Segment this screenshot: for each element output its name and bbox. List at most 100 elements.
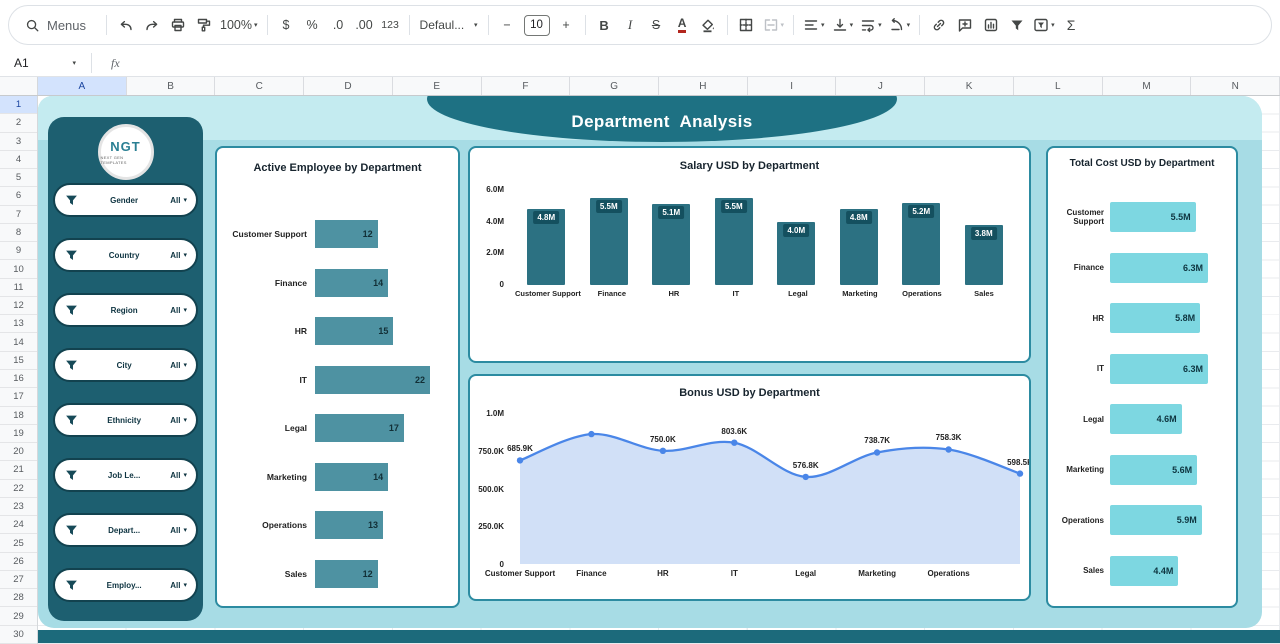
italic-button[interactable]: I <box>618 12 643 39</box>
increase-font-size-button[interactable]: + <box>554 12 579 39</box>
row-header-14[interactable]: 14 <box>0 333 37 351</box>
bar[interactable]: 5.1M <box>652 204 690 285</box>
data-point[interactable] <box>874 449 880 455</box>
row-header-7[interactable]: 7 <box>0 206 37 224</box>
bar[interactable]: 6.3M <box>1110 354 1208 384</box>
row-header-18[interactable]: 18 <box>0 407 37 425</box>
data-point[interactable] <box>1017 470 1023 476</box>
filter-slicer-country[interactable]: CountryAll▾ <box>53 238 198 272</box>
select-all-corner[interactable] <box>0 77 38 95</box>
name-box[interactable]: A1 ▾ <box>0 50 86 76</box>
horizontal-align-button[interactable]: ▾ <box>800 12 828 39</box>
bar[interactable]: 5.9M <box>1110 505 1202 535</box>
column-header-N[interactable]: N <box>1191 77 1280 95</box>
bar[interactable]: 5.5M <box>715 198 753 285</box>
functions-button[interactable]: Σ <box>1059 12 1084 39</box>
zoom-select[interactable]: 100% ▾ <box>217 12 261 39</box>
text-color-button[interactable]: A <box>670 12 695 39</box>
percent-button[interactable]: % <box>300 12 325 39</box>
row-header-8[interactable]: 8 <box>0 224 37 242</box>
insert-link-button[interactable] <box>926 12 951 39</box>
bar[interactable]: 13 <box>315 511 383 539</box>
redo-button[interactable] <box>139 12 164 39</box>
decrease-decimal-button[interactable]: .0 <box>326 12 351 39</box>
bar[interactable]: 17 <box>315 414 404 442</box>
column-header-E[interactable]: E <box>393 77 482 95</box>
print-button[interactable] <box>165 12 190 39</box>
row-header-5[interactable]: 5 <box>0 169 37 187</box>
filter-slicer-joble[interactable]: Job Le...All▾ <box>53 458 198 492</box>
row-header-11[interactable]: 11 <box>0 279 37 297</box>
insert-comment-button[interactable] <box>952 12 977 39</box>
undo-button[interactable] <box>113 12 138 39</box>
filter-slicer-region[interactable]: RegionAll▾ <box>53 293 198 327</box>
row-header-2[interactable]: 2 <box>0 114 37 132</box>
column-header-B[interactable]: B <box>127 77 216 95</box>
column-header-K[interactable]: K <box>925 77 1014 95</box>
column-header-H[interactable]: H <box>659 77 748 95</box>
data-point[interactable] <box>588 431 594 437</box>
column-header-F[interactable]: F <box>482 77 571 95</box>
row-header-28[interactable]: 28 <box>0 589 37 607</box>
data-point[interactable] <box>945 446 951 452</box>
row-header-17[interactable]: 17 <box>0 388 37 406</box>
row-header-25[interactable]: 25 <box>0 534 37 552</box>
borders-button[interactable] <box>734 12 759 39</box>
bar[interactable]: 12 <box>315 560 378 588</box>
filter-slicer-ethnicity[interactable]: EthnicityAll▾ <box>53 403 198 437</box>
row-header-6[interactable]: 6 <box>0 187 37 205</box>
filter-slicer-depart[interactable]: Depart...All▾ <box>53 513 198 547</box>
bar[interactable]: 14 <box>315 269 388 297</box>
row-header-3[interactable]: 3 <box>0 133 37 151</box>
fill-color-button[interactable] <box>696 12 721 39</box>
font-size-input[interactable]: 10 <box>524 15 550 36</box>
filter-views-button[interactable]: ▾ <box>1030 12 1058 39</box>
data-point[interactable] <box>803 474 809 480</box>
filter-slicer-gender[interactable]: GenderAll▾ <box>53 183 198 217</box>
data-point[interactable] <box>517 457 523 463</box>
number-format-button[interactable]: 123 <box>378 12 403 39</box>
row-header-10[interactable]: 10 <box>0 260 37 278</box>
row-header-26[interactable]: 26 <box>0 553 37 571</box>
row-header-9[interactable]: 9 <box>0 242 37 260</box>
bar[interactable]: 12 <box>315 220 378 248</box>
row-header-13[interactable]: 13 <box>0 315 37 333</box>
row-header-12[interactable]: 12 <box>0 297 37 315</box>
column-header-I[interactable]: I <box>748 77 837 95</box>
filter-slicer-employ[interactable]: Employ...All▾ <box>53 568 198 602</box>
row-header-23[interactable]: 23 <box>0 498 37 516</box>
row-header-16[interactable]: 16 <box>0 370 37 388</box>
column-header-G[interactable]: G <box>570 77 659 95</box>
row-header-1[interactable]: 1 <box>0 96 37 114</box>
row-header-19[interactable]: 19 <box>0 425 37 443</box>
bar[interactable]: 3.8M <box>965 225 1003 285</box>
bar[interactable]: 15 <box>315 317 393 345</box>
bar[interactable]: 14 <box>315 463 388 491</box>
data-point[interactable] <box>660 448 666 454</box>
row-header-20[interactable]: 20 <box>0 443 37 461</box>
decrease-font-size-button[interactable]: − <box>495 12 520 39</box>
text-wrap-button[interactable]: ▾ <box>857 12 885 39</box>
column-header-A[interactable]: A <box>38 77 127 95</box>
bar[interactable]: 5.2M <box>902 203 940 285</box>
bar[interactable]: 4.4M <box>1110 556 1178 586</box>
bar[interactable]: 5.5M <box>1110 202 1196 232</box>
bar[interactable]: 4.8M <box>527 209 565 285</box>
font-select[interactable]: Defaul... ▾ <box>416 12 482 39</box>
bar[interactable]: 4.8M <box>840 209 878 285</box>
row-header-21[interactable]: 21 <box>0 461 37 479</box>
menus-button[interactable]: Menus <box>19 10 100 40</box>
insert-chart-button[interactable] <box>978 12 1003 39</box>
bar[interactable]: 5.5M <box>590 198 628 285</box>
bar[interactable]: 4.0M <box>777 222 815 285</box>
increase-decimal-button[interactable]: .00 <box>352 12 377 39</box>
bar[interactable]: 5.8M <box>1110 303 1200 333</box>
bar[interactable]: 4.6M <box>1110 404 1182 434</box>
strikethrough-button[interactable]: S <box>644 12 669 39</box>
column-header-M[interactable]: M <box>1103 77 1192 95</box>
bold-button[interactable]: B <box>592 12 617 39</box>
create-filter-button[interactable] <box>1004 12 1029 39</box>
row-header-30[interactable]: 30 <box>0 626 37 644</box>
column-header-D[interactable]: D <box>304 77 393 95</box>
row-header-15[interactable]: 15 <box>0 352 37 370</box>
